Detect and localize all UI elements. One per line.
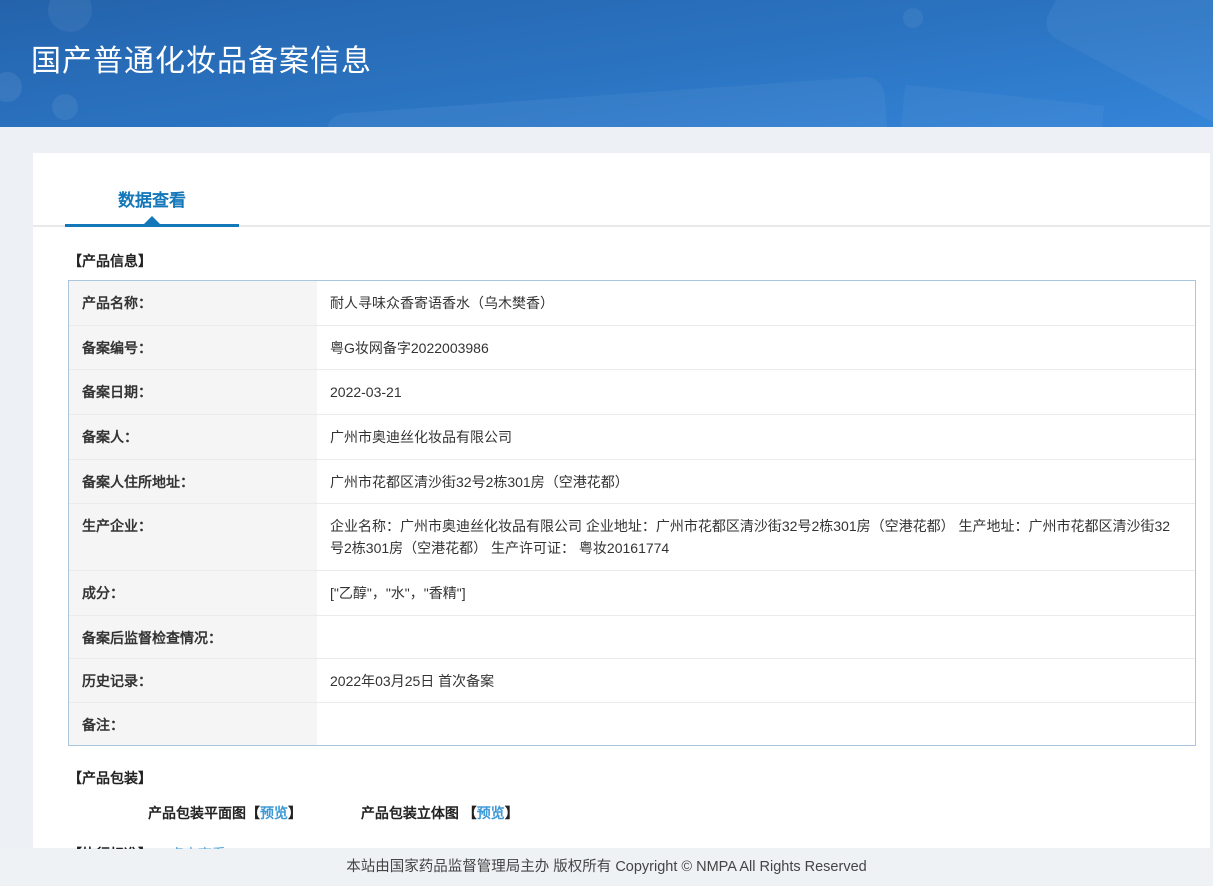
packaging-flat-preview-link[interactable]: 预览: [260, 805, 288, 821]
packaging-stereo-preview-link[interactable]: 预览: [477, 805, 505, 821]
row-label: 备案编号：: [69, 325, 317, 370]
bracket-close: 】: [288, 805, 302, 822]
table-row: 备案后监督检查情况：: [69, 615, 1195, 659]
table-row: 历史记录： 2022年03月25日 首次备案: [69, 658, 1195, 704]
table-row: 生产企业： 企业名称：广州市奥迪丝化妆品有限公司 企业地址：广州市花都区清沙街3…: [69, 504, 1195, 571]
row-value: 2022年03月25日 首次备案: [317, 658, 1195, 703]
row-label: 成分：: [69, 570, 317, 615]
row-label: 备注：: [69, 703, 317, 746]
bracket-open: 【: [462, 805, 477, 822]
packaging-links-row: 产品包装平面图【预览】 产品包装立体图 【预览】: [148, 803, 1210, 823]
packaging-flat-item: 产品包装平面图【预览】: [148, 805, 302, 821]
page-title: 国产普通化妆品备案信息: [31, 45, 372, 78]
row-label: 备案后监督检查情况：: [69, 615, 317, 658]
bracket-close: 】: [504, 805, 519, 822]
footer-copyright-text: 本站由国家药品监督管理局主办 版权所有 Copyright © NMPA All…: [346, 859, 867, 875]
row-label: 备案日期：: [69, 370, 317, 415]
header-decoration-polygon-2: [895, 84, 1105, 127]
product-info-section-title: 【产品信息】: [68, 253, 152, 269]
row-value: 2022-03-21: [317, 370, 1195, 415]
page-header: 国产普通化妆品备案信息: [0, 0, 1213, 127]
page-footer: 本站由国家药品监督管理局主办 版权所有 Copyright © NMPA All…: [0, 849, 1213, 886]
product-info-table: 产品名称： 耐人寻味众香寄语香水（乌木樊香） 备案编号： 粤G妆网备字20220…: [68, 280, 1196, 747]
table-row: 备案人住所地址： 广州市花都区清沙街32号2栋301房（空港花都）: [69, 459, 1195, 505]
row-label: 产品名称：: [69, 281, 317, 325]
row-value: 企业名称：广州市奥迪丝化妆品有限公司 企业地址：广州市花都区清沙街32号2栋30…: [317, 504, 1195, 570]
row-label: 备案人：: [69, 415, 317, 459]
content-panel: 数据查看 【产品信息】 产品名称： 耐人寻味众香寄语香水（乌木樊香） 备案编号：…: [33, 153, 1210, 886]
table-row: 备案日期： 2022-03-21: [69, 370, 1195, 416]
packaging-stereo-label: 产品包装立体图: [360, 805, 463, 822]
packaging-section-title: 【产品包装】: [68, 770, 152, 787]
header-decoration-circle-4: [903, 8, 923, 28]
row-value: 耐人寻味众香寄语香水（乌木樊香）: [317, 281, 1195, 325]
row-value: [317, 615, 1195, 658]
row-label: 备案人住所地址：: [69, 459, 317, 504]
tab-active-triangle-icon: [144, 216, 160, 224]
packaging-stereo-item: 产品包装立体图 【预览】: [361, 805, 519, 821]
table-row: 备案编号： 粤G妆网备字2022003986: [69, 325, 1195, 371]
tab-data-view-label: 数据查看: [118, 191, 186, 210]
table-row: 备注：: [69, 703, 1195, 746]
table-row: 备案人： 广州市奥迪丝化妆品有限公司: [69, 415, 1195, 460]
bracket-open: 【: [246, 805, 260, 822]
row-value: 粤G妆网备字2022003986: [317, 325, 1195, 370]
header-decoration-band: [324, 75, 896, 127]
tab-bar: 数据查看: [33, 153, 1210, 227]
row-label: 历史记录：: [69, 658, 317, 703]
header-decoration-circle-2: [0, 72, 22, 102]
tab-data-view[interactable]: 数据查看: [65, 186, 239, 227]
row-label: 生产企业：: [69, 504, 317, 570]
row-value: [317, 703, 1195, 746]
row-value: 广州市花都区清沙街32号2栋301房（空港花都）: [317, 459, 1195, 504]
table-row: 成分： ["乙醇"，"水"，"香精"]: [69, 570, 1195, 616]
packaging-flat-label: 产品包装平面图: [148, 805, 246, 822]
header-decoration-circle-3: [52, 94, 78, 120]
table-row: 产品名称： 耐人寻味众香寄语香水（乌木樊香）: [69, 281, 1195, 326]
row-value: ["乙醇"，"水"，"香精"]: [317, 570, 1195, 615]
row-value: 广州市奥迪丝化妆品有限公司: [317, 415, 1195, 459]
header-decoration-circle-1: [48, 0, 92, 32]
